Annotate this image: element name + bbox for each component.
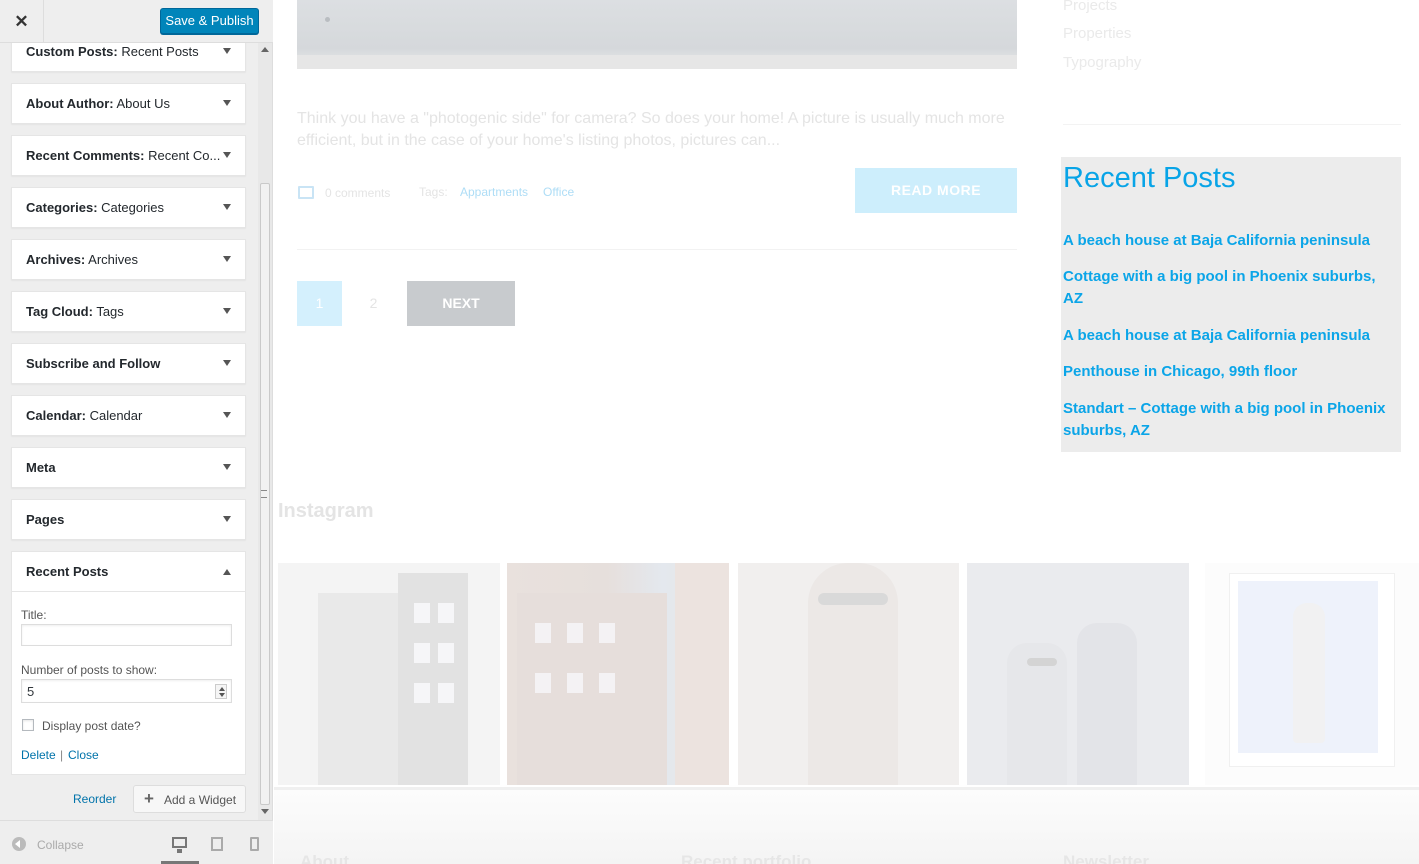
- add-widget-button[interactable]: + Add a Widget: [133, 785, 246, 813]
- recent-posts-widget: Recent Posts A beach house at Baja Calif…: [1061, 157, 1401, 452]
- widget-title: Recent Posts: [26, 564, 109, 579]
- widget-recent-posts-expanded: Recent Posts Title: Number of posts to s…: [11, 551, 246, 775]
- title-input[interactable]: [21, 624, 232, 646]
- widget-title: Recent Comments: Recent Co...: [26, 148, 221, 163]
- footer-heading-about: About: [300, 852, 350, 864]
- widget-title: Subscribe and Follow: [26, 356, 161, 371]
- widget-title: Custom Posts: Recent Posts: [26, 44, 199, 59]
- grip-icon: [261, 490, 267, 498]
- widget-title: Pages: [26, 512, 65, 527]
- divider: [1063, 124, 1401, 125]
- instagram-photo[interactable]: [507, 563, 729, 785]
- footer-area: [274, 790, 1419, 864]
- customizer-sidebar: ✕ Save & Publish Custom Posts: Recent Po…: [0, 0, 273, 864]
- footer-heading-newsletter: Newsletter: [1063, 852, 1149, 864]
- chevron-down-icon[interactable]: [223, 204, 231, 210]
- widget-calendar[interactable]: Calendar: Calendar: [11, 395, 246, 436]
- instagram-photo[interactable]: [738, 563, 959, 785]
- widget-title: About Author: About Us: [26, 96, 170, 111]
- widget-categories[interactable]: Categories: Categories: [11, 187, 246, 228]
- widget-subscribe-follow[interactable]: Subscribe and Follow: [11, 343, 246, 384]
- chevron-down-icon[interactable]: [223, 100, 231, 106]
- tag-link[interactable]: Appartments: [460, 185, 528, 199]
- widget-title: Tag Cloud: Tags: [26, 304, 124, 319]
- read-more-button[interactable]: READ MORE: [855, 168, 1017, 213]
- display-date-label: Display post date?: [42, 719, 141, 733]
- widget-list: Custom Posts: Recent Posts About Author:…: [0, 43, 258, 820]
- chevron-down-icon[interactable]: [223, 516, 231, 522]
- chevron-down-icon[interactable]: [223, 152, 231, 158]
- widget-about-author[interactable]: About Author: About Us: [11, 83, 246, 124]
- tags-label: Tags:: [419, 185, 448, 199]
- footer-heading-portfolio: Recent portfolio: [681, 852, 812, 864]
- save-publish-button[interactable]: Save & Publish: [160, 8, 259, 34]
- scroll-down-icon[interactable]: [261, 809, 269, 814]
- widget-recent-comments[interactable]: Recent Comments: Recent Co...: [11, 135, 246, 176]
- tag-link[interactable]: Office: [543, 185, 574, 199]
- recent-post-link[interactable]: Cottage with a big pool in Phoenix subur…: [1063, 266, 1399, 310]
- chevron-down-icon[interactable]: [223, 412, 231, 418]
- widget-header[interactable]: Recent Posts: [12, 552, 245, 592]
- site-preview: Think you have a "photogenic side" for c…: [274, 0, 1419, 864]
- widget-archives[interactable]: Archives: Archives: [11, 239, 246, 280]
- sidebar-link[interactable]: Projects: [1063, 0, 1117, 14]
- number-value: 5: [27, 684, 35, 699]
- pagination-page-2[interactable]: 2: [351, 281, 396, 326]
- add-widget-label: Add a Widget: [164, 793, 237, 807]
- customizer-header: ✕ Save & Publish: [0, 0, 273, 43]
- recent-posts-heading: Recent Posts: [1063, 162, 1236, 194]
- instagram-heading: Instagram: [278, 500, 374, 522]
- plus-icon: +: [144, 789, 154, 808]
- display-date-checkbox[interactable]: [22, 719, 34, 731]
- comment-icon: [298, 186, 314, 199]
- mobile-icon[interactable]: [250, 837, 259, 851]
- collapse-icon: [12, 837, 26, 851]
- chevron-down-icon[interactable]: [223, 48, 231, 54]
- pagination-page-1[interactable]: 1: [297, 281, 342, 326]
- widget-tag-cloud[interactable]: Tag Cloud: Tags: [11, 291, 246, 332]
- recent-post-link[interactable]: Penthouse in Chicago, 99th floor: [1063, 361, 1399, 383]
- title-label: Title:: [21, 608, 47, 622]
- sidebar-link[interactable]: Typography: [1063, 54, 1141, 71]
- post-image[interactable]: [297, 0, 1017, 69]
- chevron-down-icon[interactable]: [223, 308, 231, 314]
- divider: [297, 249, 1017, 250]
- chevron-down-icon[interactable]: [223, 360, 231, 366]
- chevron-up-icon[interactable]: [223, 569, 231, 575]
- sidebar-link[interactable]: Properties: [1063, 25, 1131, 42]
- spinner-icon[interactable]: [215, 684, 227, 699]
- instagram-photo[interactable]: [1205, 563, 1419, 785]
- recent-post-link[interactable]: Standart – Cottage with a big pool in Ph…: [1063, 398, 1399, 442]
- chevron-down-icon[interactable]: [223, 256, 231, 262]
- widget-meta[interactable]: Meta: [11, 447, 246, 488]
- instagram-photo[interactable]: [278, 563, 500, 785]
- sidebar-scrollbar[interactable]: [258, 43, 272, 820]
- image-dot: [325, 17, 330, 22]
- instagram-photo[interactable]: [967, 563, 1189, 785]
- post-excerpt: Think you have a "photogenic side" for c…: [297, 110, 1005, 149]
- widget-pages[interactable]: Pages: [11, 499, 246, 540]
- close-link[interactable]: Close: [68, 748, 99, 762]
- next-page-button[interactable]: NEXT: [407, 281, 515, 326]
- chevron-down-icon[interactable]: [223, 464, 231, 470]
- comments-count[interactable]: 0 comments: [325, 186, 390, 200]
- tablet-icon[interactable]: [211, 837, 223, 851]
- widget-title: Calendar: Calendar: [26, 408, 143, 423]
- scroll-up-icon[interactable]: [261, 47, 269, 52]
- widget-custom-posts[interactable]: Custom Posts: Recent Posts: [11, 43, 246, 72]
- delete-link[interactable]: Delete: [21, 748, 56, 762]
- close-icon[interactable]: ✕: [0, 0, 44, 43]
- customizer-footer: Collapse: [0, 820, 273, 864]
- desktop-icon[interactable]: [172, 837, 187, 853]
- reorder-link[interactable]: Reorder: [73, 792, 116, 806]
- link-separator: |: [60, 748, 64, 762]
- recent-post-link[interactable]: A beach house at Baja California peninsu…: [1063, 325, 1399, 347]
- number-of-posts-stepper[interactable]: 5: [21, 679, 232, 703]
- recent-post-link[interactable]: A beach house at Baja California peninsu…: [1063, 230, 1399, 252]
- widget-title: Categories: Categories: [26, 200, 165, 215]
- widget-title: Archives: Archives: [26, 252, 139, 267]
- collapse-label: Collapse: [37, 838, 84, 852]
- number-label: Number of posts to show:: [21, 663, 158, 677]
- widget-title: Meta: [26, 460, 56, 475]
